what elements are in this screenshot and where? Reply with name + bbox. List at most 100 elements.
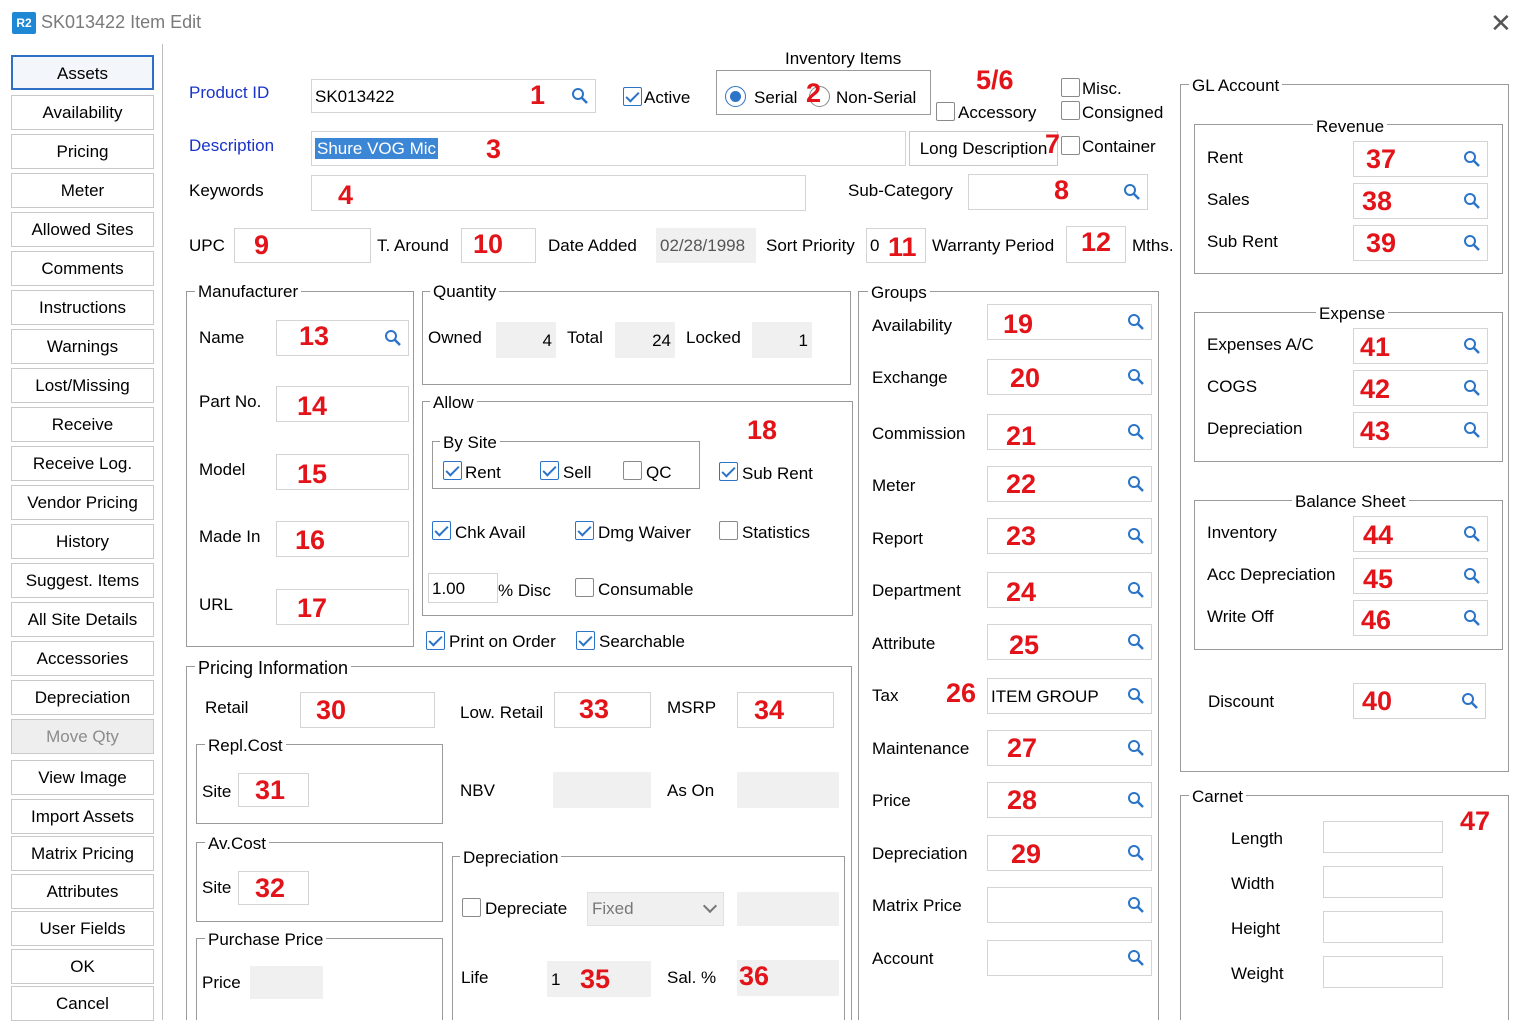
url-field[interactable]: [276, 589, 409, 625]
nav-user-fields[interactable]: User Fields: [11, 911, 154, 946]
magnifier-icon[interactable]: [1463, 421, 1481, 439]
magnifier-icon[interactable]: [571, 87, 589, 105]
product-id-label: Product ID: [189, 83, 270, 102]
nav-suggest-items[interactable]: Suggest. Items: [11, 563, 154, 598]
container-label: Container: [1082, 137, 1156, 156]
cancel-button[interactable]: Cancel: [11, 986, 154, 1021]
marker-9: 9: [254, 230, 270, 260]
nav-availability[interactable]: Availability: [11, 95, 154, 130]
gl-depreciation-label: Depreciation: [1207, 419, 1303, 438]
group-tax-field[interactable]: ITEM GROUP: [987, 678, 1152, 714]
magnifier-icon[interactable]: [1127, 791, 1145, 809]
qc-checkbox[interactable]: [623, 461, 642, 480]
magnifier-icon[interactable]: [1123, 183, 1141, 201]
magnifier-icon[interactable]: [1127, 581, 1145, 599]
magnifier-icon[interactable]: [1463, 337, 1481, 355]
statistics-checkbox[interactable]: [719, 521, 738, 540]
msrp-field[interactable]: [737, 692, 834, 728]
magnifier-icon[interactable]: [1461, 692, 1479, 710]
searchable-checkbox[interactable]: [576, 631, 595, 650]
nav-allowed-sites[interactable]: Allowed Sites: [11, 212, 154, 247]
nav-matrix-pricing[interactable]: Matrix Pricing: [11, 836, 154, 871]
nav-instructions[interactable]: Instructions: [11, 290, 154, 325]
product-id-field[interactable]: SK013422: [311, 79, 596, 113]
part-no-field[interactable]: [276, 386, 409, 422]
nav-meter[interactable]: Meter: [11, 173, 154, 208]
marker-19: 19: [1003, 309, 1034, 339]
magnifier-icon[interactable]: [1127, 949, 1145, 967]
depreciation-method-value: Fixed: [592, 899, 634, 918]
nav-import-assets[interactable]: Import Assets: [11, 799, 154, 834]
magnifier-icon[interactable]: [1127, 527, 1145, 545]
magnifier-icon[interactable]: [1463, 525, 1481, 543]
nav-warnings[interactable]: Warnings: [11, 329, 154, 364]
ok-button[interactable]: OK: [11, 949, 154, 984]
life-value: 1: [551, 969, 561, 989]
magnifier-icon[interactable]: [1127, 368, 1145, 386]
marker-11: 11: [888, 232, 917, 262]
nav-attributes[interactable]: Attributes: [11, 874, 154, 909]
magnifier-icon[interactable]: [1127, 896, 1145, 914]
model-field[interactable]: [276, 454, 409, 490]
group-account-field[interactable]: [987, 940, 1152, 976]
magnifier-icon[interactable]: [1127, 423, 1145, 441]
magnifier-icon[interactable]: [1127, 633, 1145, 651]
carnet-height-field[interactable]: [1323, 911, 1443, 943]
magnifier-icon[interactable]: [1463, 567, 1481, 585]
nav-pricing[interactable]: Pricing: [11, 134, 154, 169]
magnifier-icon[interactable]: [384, 329, 402, 347]
consumable-checkbox[interactable]: [575, 578, 594, 597]
nav-comments[interactable]: Comments: [11, 251, 154, 286]
nav-receive-log[interactable]: Receive Log.: [11, 446, 154, 481]
print-on-order-checkbox[interactable]: [426, 631, 445, 650]
active-checkbox[interactable]: [623, 87, 642, 106]
discount-percent-field[interactable]: 1.00: [428, 573, 498, 603]
nav-assets[interactable]: Assets: [11, 55, 154, 90]
carnet-height-label: Height: [1231, 919, 1281, 938]
misc-checkbox[interactable]: [1061, 78, 1080, 97]
consigned-checkbox[interactable]: [1061, 101, 1080, 120]
nav-all-site-details[interactable]: All Site Details: [11, 602, 154, 637]
nav-vendor-pricing[interactable]: Vendor Pricing: [11, 485, 154, 520]
container-checkbox[interactable]: [1061, 136, 1080, 155]
magnifier-icon[interactable]: [1127, 739, 1145, 757]
depreciate-checkbox[interactable]: [462, 898, 481, 917]
gl-sub-rent-label: Sub Rent: [1207, 232, 1278, 251]
marker-3: 3: [486, 134, 502, 164]
carnet-width-field[interactable]: [1323, 866, 1443, 898]
sell-checkbox[interactable]: [540, 461, 559, 480]
magnifier-icon[interactable]: [1127, 687, 1145, 705]
mfr-name-field[interactable]: [276, 320, 409, 356]
keywords-field[interactable]: [311, 175, 806, 211]
close-icon[interactable]: ✕: [1490, 8, 1512, 39]
sub-rent-checkbox[interactable]: [719, 462, 738, 481]
marker-42: 42: [1360, 374, 1391, 404]
magnifier-icon[interactable]: [1463, 609, 1481, 627]
serial-radio[interactable]: [725, 86, 746, 107]
chk-avail-checkbox[interactable]: [432, 521, 451, 540]
group-matrix-price-field[interactable]: [987, 887, 1152, 923]
nav-accessories[interactable]: Accessories: [11, 641, 154, 676]
sort-priority-value: 0: [870, 236, 880, 255]
magnifier-icon[interactable]: [1463, 192, 1481, 210]
nav-depreciation[interactable]: Depreciation: [11, 680, 154, 715]
magnifier-icon[interactable]: [1463, 150, 1481, 168]
dmg-waiver-checkbox[interactable]: [575, 521, 594, 540]
magnifier-icon[interactable]: [1127, 475, 1145, 493]
depreciation-method-select[interactable]: Fixed: [587, 892, 724, 926]
carnet-length-field[interactable]: [1323, 821, 1443, 853]
magnifier-icon[interactable]: [1463, 379, 1481, 397]
pricing-information-title: Pricing Information: [195, 659, 352, 677]
rent-checkbox[interactable]: [443, 461, 462, 480]
long-description-button[interactable]: Long Description: [909, 131, 1058, 166]
nav-receive[interactable]: Receive: [11, 407, 154, 442]
magnifier-icon[interactable]: [1127, 844, 1145, 862]
nav-view-image[interactable]: View Image: [11, 760, 154, 795]
description-field[interactable]: Shure VOG Mic: [311, 131, 906, 166]
magnifier-icon[interactable]: [1127, 313, 1145, 331]
magnifier-icon[interactable]: [1463, 234, 1481, 252]
nav-history[interactable]: History: [11, 524, 154, 559]
nav-lost-missing[interactable]: Lost/Missing: [11, 368, 154, 403]
accessory-checkbox[interactable]: [936, 102, 955, 121]
carnet-weight-field[interactable]: [1323, 956, 1443, 988]
